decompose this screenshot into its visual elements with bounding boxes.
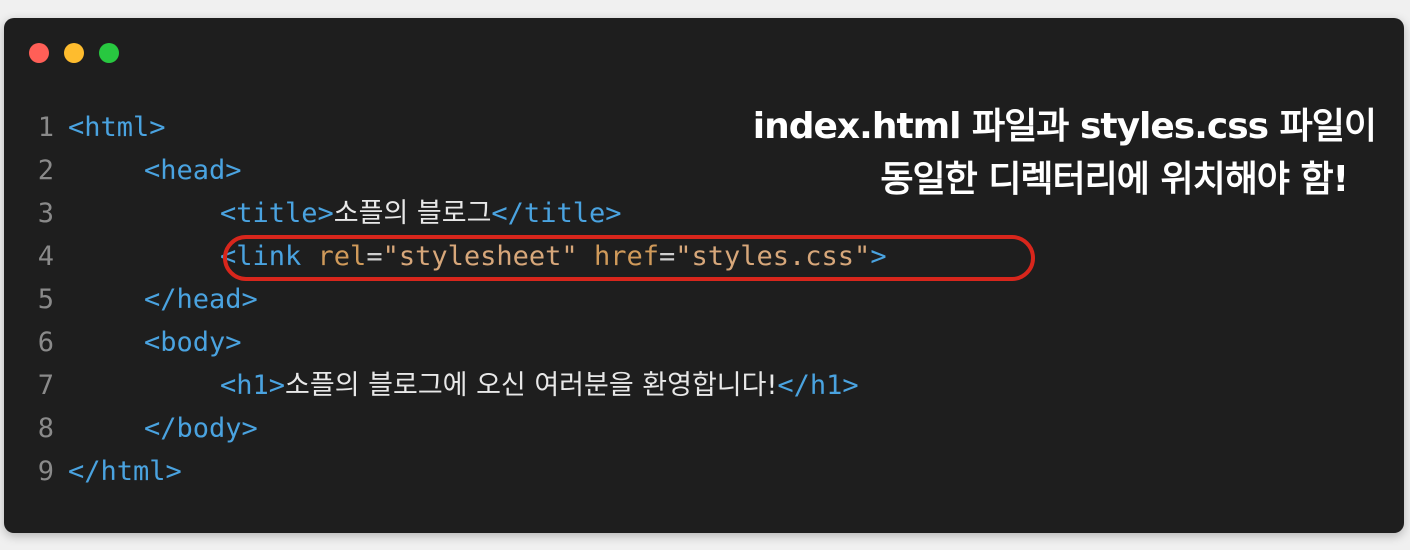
code-line: 9 </html>: [4, 450, 887, 493]
line-number: 5: [37, 284, 54, 315]
code-tag: <title>: [220, 198, 334, 229]
annotation-line-1: index.html 파일과 styles.css 파일이: [752, 106, 1377, 147]
line-number: 1: [37, 112, 54, 143]
annotation-line-2: 동일한 디렉터리에 위치해야 함!: [880, 159, 1349, 200]
code-text: 소플의 블로그: [333, 198, 492, 229]
code-tag: <body>: [144, 327, 242, 358]
code-line-link: 4 <link rel="stylesheet" href="styles.css…: [4, 235, 887, 278]
code-line: 7 <h1>소플의 블로그에 오신 여러분을 환영합니다!</h1>: [4, 364, 887, 407]
code-tag: </html>: [68, 456, 182, 487]
code-tag: </title>: [491, 198, 622, 229]
code-string: "styles.css": [675, 241, 871, 272]
code-tag: >: [870, 241, 887, 272]
code-attribute: href: [593, 241, 659, 272]
code-tag: <link: [220, 241, 302, 272]
line-number: 9: [37, 456, 54, 487]
line-number: 2: [37, 155, 54, 186]
code-tag: <h1>: [220, 370, 286, 401]
close-button[interactable]: [29, 43, 49, 63]
code-string: "stylesheet": [382, 241, 578, 272]
code-tag: <html>: [68, 112, 166, 143]
annotation-callout: index.html 파일과 styles.css 파일이 동일한 디렉터리에 …: [752, 100, 1377, 206]
traffic-lights: [29, 43, 119, 63]
code-attribute: rel: [317, 241, 367, 272]
minimize-button[interactable]: [64, 43, 84, 63]
code-line: 8 </body>: [4, 407, 887, 450]
code-tag: </body>: [144, 413, 258, 444]
line-number: 4: [37, 241, 54, 272]
code-tag: </h1>: [777, 370, 859, 401]
code-line: 5 </head>: [4, 278, 887, 321]
code-line: 6 <body>: [4, 321, 887, 364]
line-number: 3: [37, 198, 54, 229]
line-number: 6: [37, 327, 54, 358]
line-number: 7: [37, 370, 54, 401]
code-window: 1 <html> 2 <head> 3 <title>소플의 블로그</title> …: [4, 18, 1404, 533]
maximize-button[interactable]: [99, 43, 119, 63]
line-number: 8: [37, 413, 54, 444]
code-tag: <head>: [144, 155, 242, 186]
code-text: 소플의 블로그에 오신 여러분을 환영합니다!: [285, 370, 778, 401]
code-tag: </head>: [144, 284, 258, 315]
